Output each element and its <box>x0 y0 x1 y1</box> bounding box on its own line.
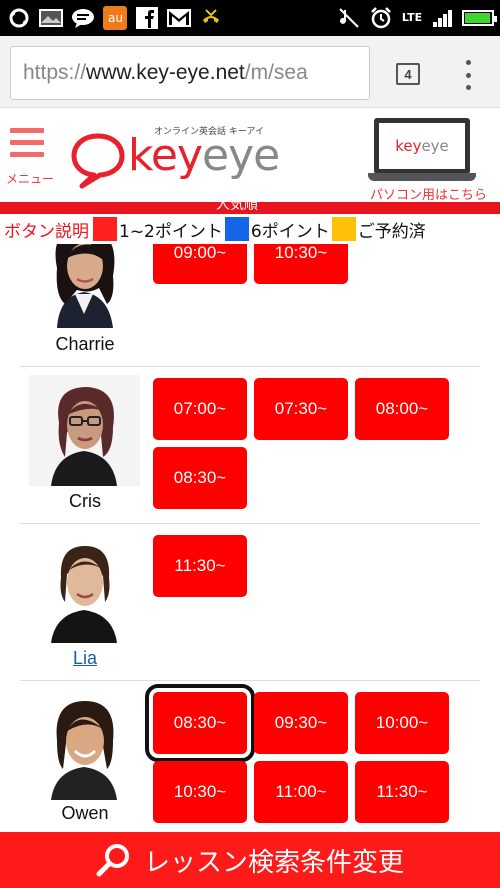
teacher-row: Lia 11:30~ <box>20 524 480 681</box>
legend-swatch-yellow <box>331 217 356 241</box>
search-icon <box>96 844 129 877</box>
menu-label: メニュー <box>6 172 55 186</box>
lesson-slot-button[interactable]: 11:30~ <box>153 535 247 597</box>
address-bar[interactable]: https://www.key-eye.net/m/sea <box>10 46 370 100</box>
teacher-name-link[interactable]: Lia <box>20 648 150 669</box>
lesson-slot-button[interactable]: 10:30~ <box>153 761 247 823</box>
button-legend: ボタン説明 1~2ポイント 6ポイント ご予約済 <box>0 214 500 244</box>
site-logo[interactable]: オンライン英会話 キーアイ keyeye <box>68 122 280 190</box>
lesson-slot-button[interactable]: 09:00~ <box>153 244 247 284</box>
lesson-slot-button[interactable]: 09:30~ <box>254 692 348 754</box>
lesson-slot-button[interactable]: 10:30~ <box>254 244 348 284</box>
teacher-photo[interactable] <box>29 689 140 800</box>
pc-logo-eye: eye <box>421 137 449 155</box>
lesson-slot-button[interactable]: 08:30~ <box>153 447 247 509</box>
teacher-name: Owen <box>61 803 109 823</box>
speech-bubble-icon <box>71 133 125 189</box>
status-bar: au LTE <box>0 0 500 36</box>
legend-label-1-2-points: 1~2ポイント <box>119 221 223 242</box>
sync-icon <box>6 6 32 30</box>
lesson-slot-button[interactable]: 08:00~ <box>355 378 449 440</box>
missed-call-icon <box>198 6 224 30</box>
overflow-menu-icon[interactable] <box>458 60 478 90</box>
battery-level <box>465 13 490 23</box>
lesson-slot-button[interactable]: 07:00~ <box>153 378 247 440</box>
facebook-icon <box>134 6 160 30</box>
battery-icon <box>462 10 497 26</box>
lesson-slot-button[interactable]: 11:00~ <box>254 761 348 823</box>
hamburger-icon <box>10 128 44 164</box>
laptop-icon: key eye <box>374 118 470 174</box>
sort-bar: 人気順 <box>0 202 500 214</box>
teacher-photo[interactable] <box>29 375 140 486</box>
alarm-icon <box>368 6 394 30</box>
gmail-icon <box>166 6 192 30</box>
teacher-name: Cris <box>69 491 101 511</box>
lesson-slot-button[interactable]: 07:30~ <box>254 378 348 440</box>
menu-button[interactable]: メニュー <box>6 126 64 188</box>
image-icon <box>38 6 64 30</box>
lte-indicator: LTE <box>401 11 423 24</box>
legend-label-booked: ご予約済 <box>357 221 426 242</box>
svg-text:au: au <box>108 11 123 25</box>
mute-icon <box>336 6 362 30</box>
lesson-slot-button-selected[interactable]: 08:30~ <box>145 684 255 762</box>
lesson-slot-button[interactable]: 10:00~ <box>355 692 449 754</box>
teacher-name: Charrie <box>55 334 115 354</box>
teacher-photo[interactable] <box>29 532 140 643</box>
teacher-row: Owen 08:30~ 09:30~ 10:00~ 10:30~ 11:00~ … <box>20 681 480 832</box>
legend-label-6-points: 6ポイント <box>250 221 330 242</box>
browser-toolbar: https://www.key-eye.net/m/sea 4 <box>0 36 500 108</box>
teacher-list: Charrie 09:00~ 10:30~ Cris 07:00~ 07:30~… <box>0 244 500 832</box>
legend-swatch-blue <box>224 217 249 241</box>
laptop-base <box>368 173 476 181</box>
search-button-label: レッスン検索条件変更 <box>143 847 404 878</box>
pc-site-link[interactable]: key eye パソコン用はこちら <box>368 116 498 206</box>
teacher-photo[interactable] <box>29 244 140 329</box>
lesson-search-button[interactable]: レッスン検索条件変更 <box>0 832 500 888</box>
lesson-slot-button[interactable]: 11:30~ <box>355 761 449 823</box>
legend-title: ボタン説明 <box>4 221 89 242</box>
chat-icon <box>70 6 96 30</box>
teacher-row: Charrie 09:00~ 10:30~ <box>20 244 480 367</box>
logo-key: key <box>128 130 203 181</box>
system-icons: LTE <box>336 6 497 30</box>
url-host: www.key-eye.net <box>86 61 245 84</box>
teacher-row: Cris 07:00~ 07:30~ 08:00~ 08:30~ <box>20 367 480 524</box>
url-path: /m/sea <box>244 61 308 84</box>
pc-logo-key: key <box>395 137 422 155</box>
logo-wordmark: keyeye <box>128 130 280 182</box>
pc-link-label: パソコン用はこちら <box>370 188 488 203</box>
site-header: メニュー オンライン英会話 キーアイ keyeye key eye パソコン用はこ… <box>0 108 500 204</box>
tab-switcher-button[interactable]: 4 <box>396 63 420 85</box>
logo-eye: eye <box>202 130 280 181</box>
url-scheme: https:// <box>23 61 87 84</box>
signal-icon <box>430 6 456 30</box>
notification-icons: au <box>6 6 224 30</box>
au-app-icon: au <box>102 6 128 30</box>
sort-label: 人気順 <box>216 202 258 213</box>
legend-swatch-red <box>93 217 117 241</box>
